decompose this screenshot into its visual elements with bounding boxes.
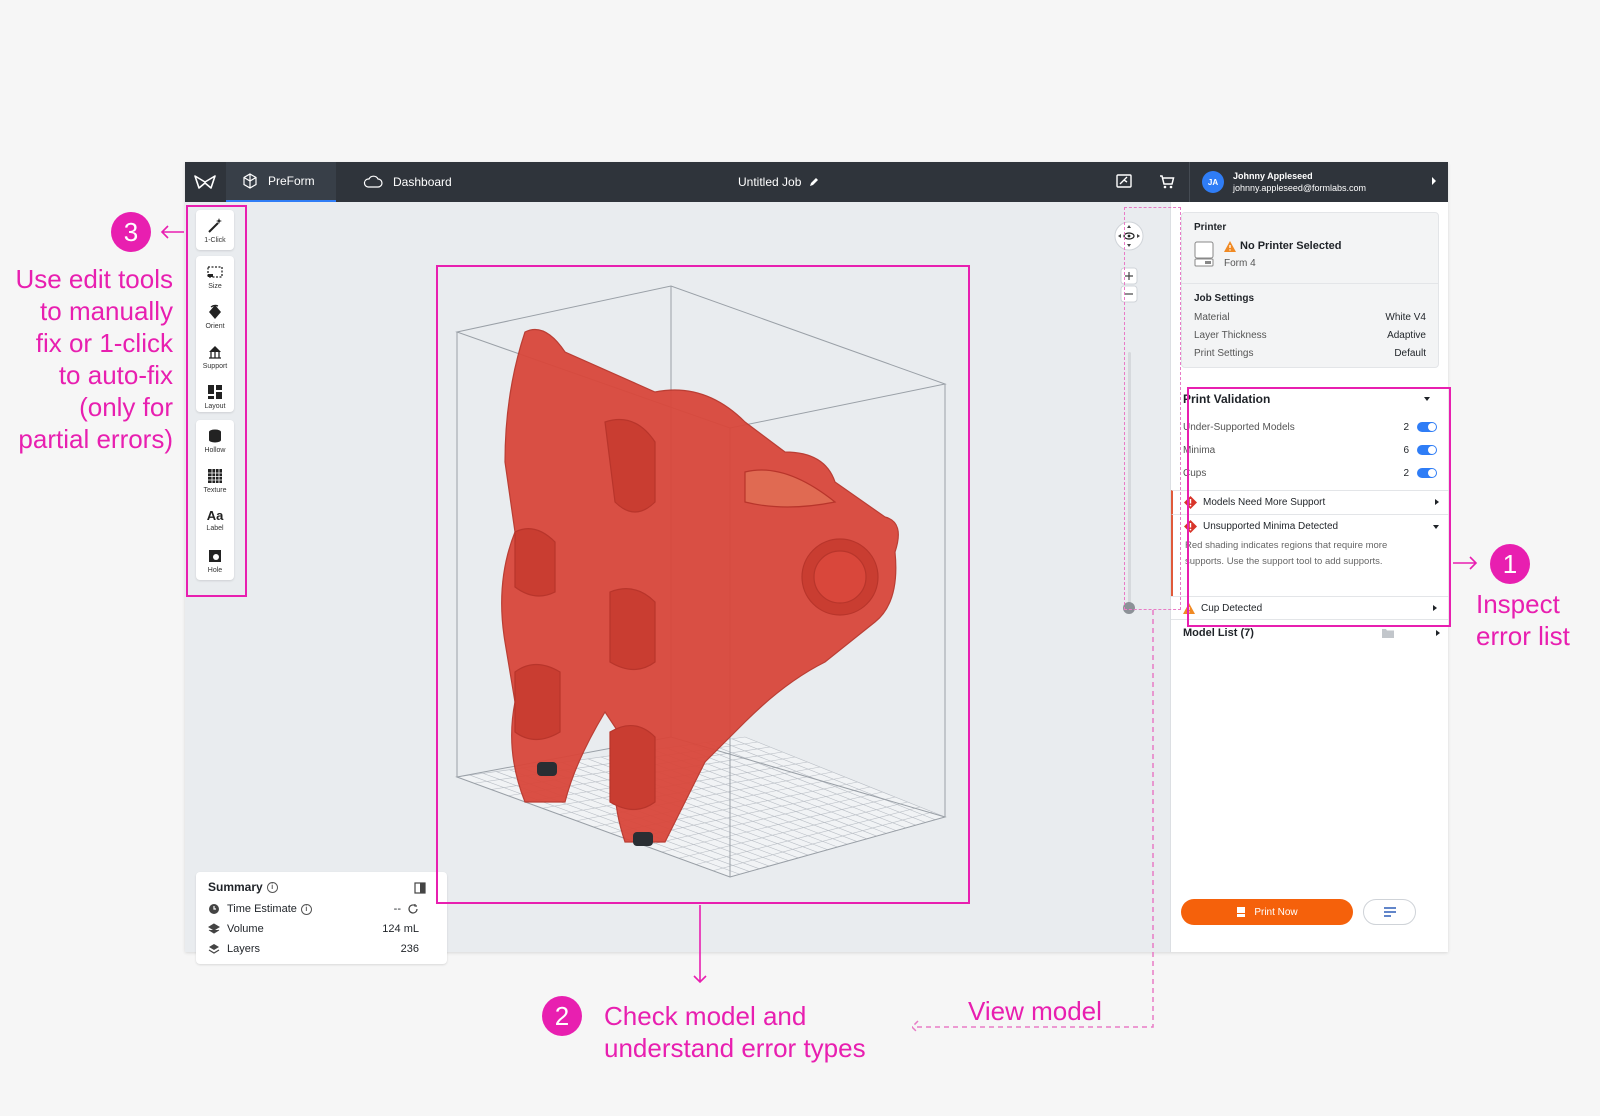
summary-value: -- [393,903,401,915]
printer-card[interactable]: Printer No Printer Selected Form 4 Job S… [1181,212,1439,368]
step-2-badge: 2 [542,996,582,1036]
setting-print-settings: Print Settings Default [1194,348,1426,359]
summary-value: 236 [400,943,419,955]
step-3-text: Use edit tools to manually fix or 1-clic… [15,264,173,454]
summary-volume: Volume 124 mL [208,920,419,938]
setting-layer-thickness: Layer Thickness Adaptive [1194,330,1426,341]
add-folder-icon[interactable] [1381,628,1395,639]
refresh-icon[interactable] [407,903,419,915]
summary-title: Summary [208,880,263,894]
cloud-icon [363,175,383,188]
setting-value: White V4 [1385,312,1426,323]
setting-label: Layer Thickness [1194,330,1267,341]
view-model-highlight [1124,207,1181,610]
job-title[interactable]: Untitled Job [738,162,819,202]
view-model-text: View model [968,996,1102,1026]
cart-icon[interactable] [1158,173,1176,191]
summary-time-estimate: Time Estimate i -- [208,900,419,918]
summary-panel: Summary i Time Estimate i -- Volume 124 … [196,872,447,964]
step-1-badge: 1 [1490,544,1530,584]
summary-label: Volume [227,923,264,935]
step-2-text: Check model and understand error types [604,1001,866,1063]
setting-label: Material [1194,312,1230,323]
chevron-right-icon [1432,177,1436,185]
printer-status: No Printer Selected [1240,240,1342,252]
summary-label: Layers [227,943,261,955]
layers-icon [208,944,220,954]
user-name: Johnny Appleseed [1233,171,1313,181]
chevron-right-icon[interactable] [1436,630,1440,636]
tab-label: Dashboard [393,175,452,189]
summary-value: 124 mL [382,923,419,935]
user-email: johnny.appleseed@formlabs.com [1233,183,1367,193]
print-now-label: Print Now [1254,906,1298,918]
warning-icon [1224,241,1236,252]
top-bar: PreForm Dashboard Untitled Job JA Johnny… [185,162,1448,202]
volume-icon [208,923,220,934]
model-list-header[interactable]: Model List (7) [1183,627,1254,639]
job-settings-heading: Job Settings [1194,293,1255,304]
printer-heading: Printer [1194,222,1227,233]
tab-label: PreForm [268,174,315,188]
step-1-text: Inspect error list [1476,589,1570,651]
tools-highlight [186,205,247,597]
summary-layers: Layers 236 [208,940,419,958]
error-list-highlight [1187,387,1451,627]
job-title-text: Untitled Job [738,175,802,189]
setting-label: Print Settings [1194,348,1254,359]
model-highlight [436,265,970,904]
info-icon[interactable]: i [300,903,312,915]
summary-label: Time Estimate [227,903,297,915]
setting-material: Material White V4 [1194,312,1426,323]
preform-cube-icon [243,173,257,189]
pencil-icon[interactable] [809,177,819,187]
formlabs-logo-icon[interactable] [185,162,225,202]
printer-small-icon [1237,907,1246,917]
list-icon [1383,907,1396,917]
tab-preform[interactable]: PreForm [226,162,336,202]
tab-dashboard[interactable]: Dashboard [353,162,452,202]
setting-value: Adaptive [1387,330,1426,341]
job-queue-button[interactable] [1363,899,1416,925]
avatar: JA [1202,171,1224,193]
feedback-icon[interactable] [1115,173,1133,191]
step-3-badge: 3 [111,212,151,252]
setting-value: Default [1394,348,1426,359]
printer-model: Form 4 [1224,258,1256,269]
user-account-menu[interactable]: JA Johnny Appleseed johnny.appleseed@for… [1189,162,1448,202]
panel-toggle-icon[interactable] [414,882,426,894]
clock-icon [209,904,219,914]
info-icon[interactable]: i [266,881,278,893]
printer-icon [1194,241,1214,267]
print-now-button[interactable]: Print Now [1181,899,1353,925]
